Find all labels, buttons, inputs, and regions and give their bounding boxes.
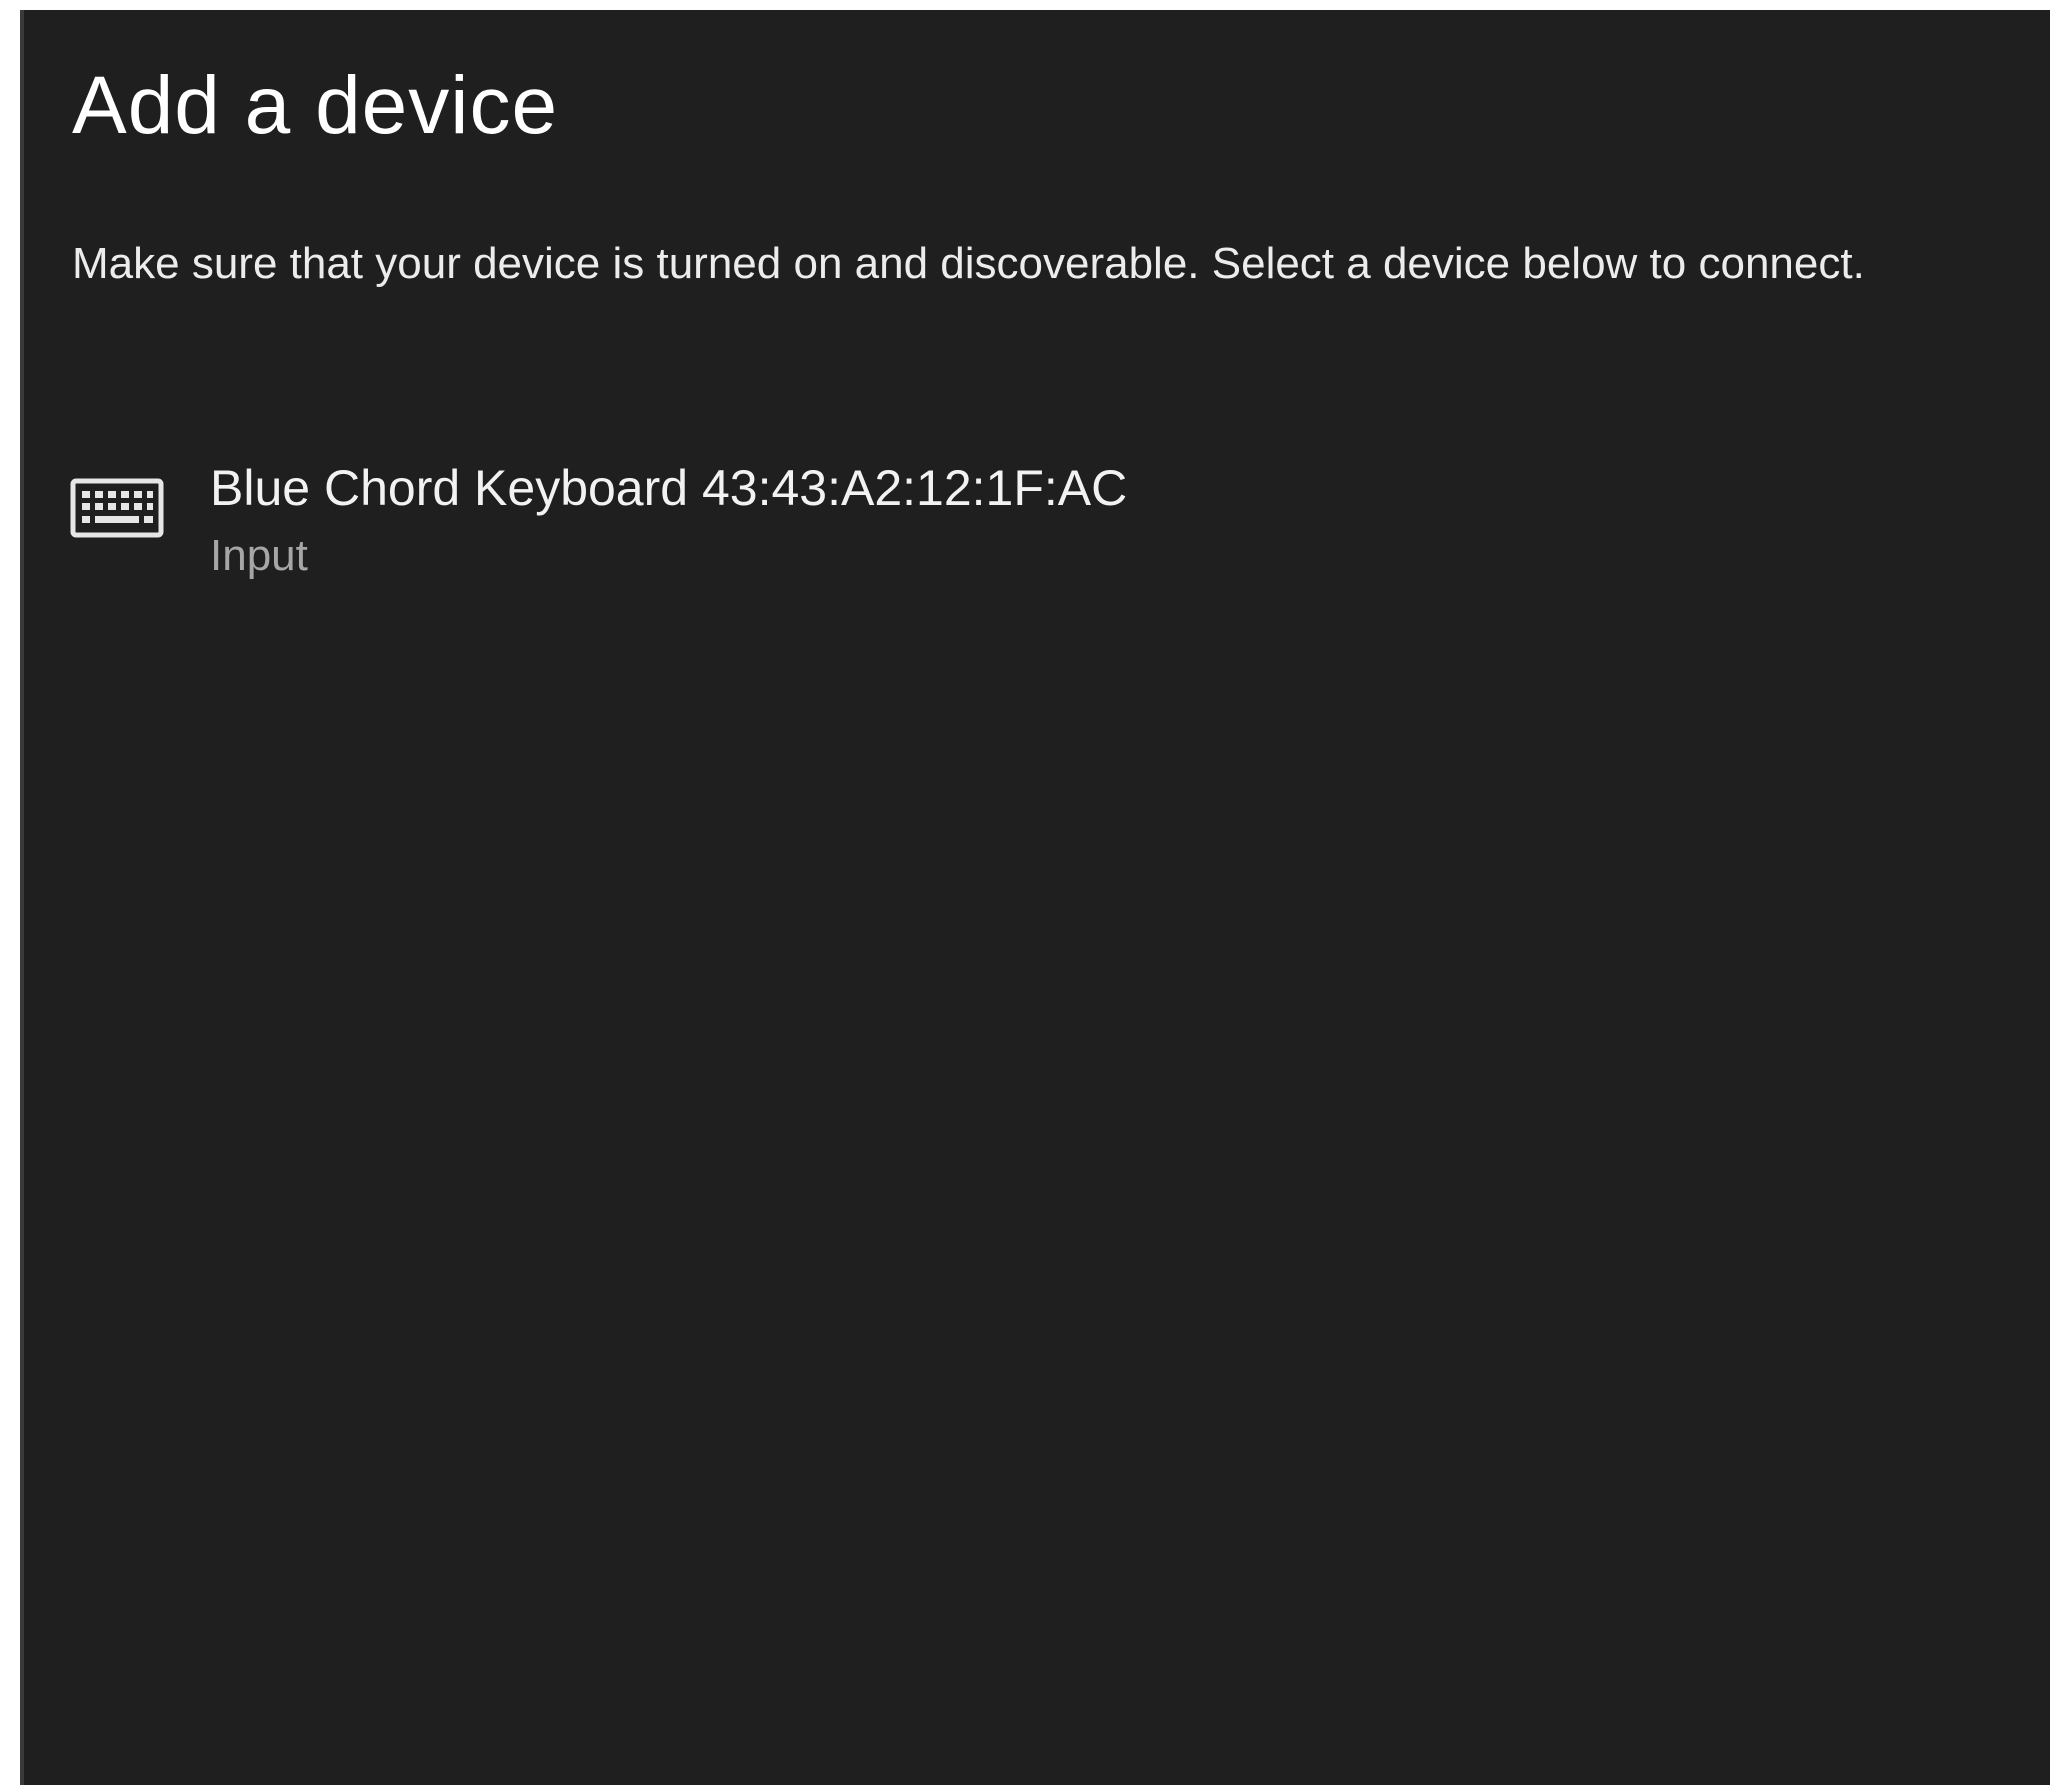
keyboard-icon: [70, 478, 164, 538]
dialog-instructions: Make sure that your device is turned on …: [72, 239, 1865, 288]
device-type: Input: [210, 531, 308, 580]
dialog-title: Add a device: [72, 60, 559, 151]
device-list-item[interactable]: Blue Chord Keyboard 43:43:A2:12:1F:AC In…: [64, 450, 1264, 600]
device-name: Blue Chord Keyboard 43:43:A2:12:1F:AC: [210, 460, 1128, 516]
add-device-dialog: Add a device Make sure that your device …: [20, 10, 2050, 1785]
